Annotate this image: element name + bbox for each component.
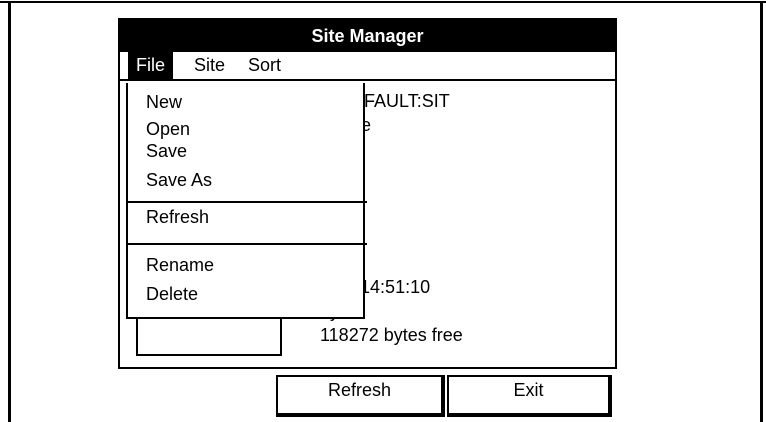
menu-item-save[interactable]: Save — [146, 140, 187, 162]
menu-item-save-as[interactable]: Save As — [146, 169, 212, 191]
menu-item-refresh[interactable]: Refresh — [146, 206, 209, 228]
site-list-box[interactable] — [136, 316, 282, 356]
refresh-button[interactable]: Refresh — [276, 375, 445, 417]
site-file-name: EFAULT:SIT — [352, 91, 450, 111]
window-title: Site Manager — [120, 20, 615, 52]
menu-bar: File Site Sort — [120, 52, 615, 81]
menu-sort[interactable]: Sort — [248, 52, 281, 79]
function-key-bar: Refresh Exit — [118, 369, 617, 422]
screen-frame-right — [760, 1, 763, 422]
menu-item-rename[interactable]: Rename — [146, 254, 214, 276]
screen-frame-top — [0, 1, 766, 3]
exit-button[interactable]: Exit — [447, 375, 612, 417]
menu-item-new[interactable]: New — [146, 91, 182, 113]
menu-item-open[interactable]: Open — [146, 118, 190, 140]
file-menu-dropdown: New Open Save Save As Refresh Rename Del… — [126, 83, 367, 319]
screen-frame-left — [8, 1, 11, 422]
menu-separator — [126, 201, 367, 203]
menu-site[interactable]: Site — [194, 52, 225, 79]
menu-separator — [126, 243, 367, 245]
menu-file[interactable]: File — [128, 52, 174, 79]
menu-item-delete[interactable]: Delete — [146, 283, 198, 305]
free-space: 118272 bytes free — [320, 325, 463, 345]
